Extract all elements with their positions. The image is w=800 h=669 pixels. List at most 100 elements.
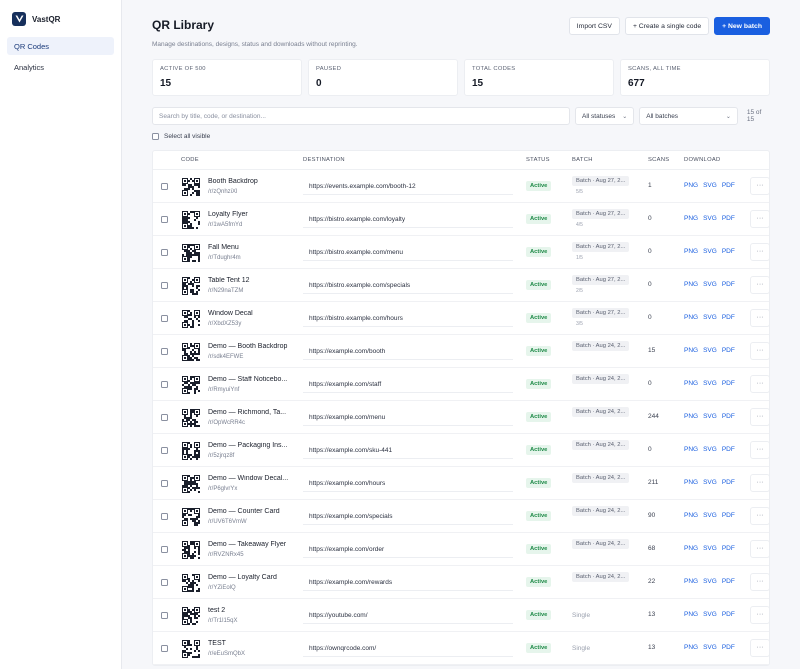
download-png-link[interactable]: PNG [684,182,698,189]
sidebar-item-analytics[interactable]: Analytics [7,58,114,76]
qr-code-thumbnail[interactable] [182,640,200,658]
more-actions-button[interactable]: ··· [750,507,769,525]
qr-code-thumbnail[interactable] [182,244,200,262]
qr-code-thumbnail[interactable] [182,310,200,328]
download-png-link[interactable]: PNG [684,578,698,585]
download-png-link[interactable]: PNG [684,248,698,255]
batch-filter-select[interactable]: All batches ⌄ [639,107,738,125]
download-png-link[interactable]: PNG [684,347,698,354]
batch-chip[interactable]: Batch · Aug 27, 2... [572,176,630,186]
code-title[interactable]: Demo — Takeaway Flyer [208,541,298,548]
row-checkbox[interactable] [161,315,168,322]
new-batch-button[interactable]: + New batch [714,17,770,35]
qr-code-thumbnail[interactable] [182,442,200,460]
create-single-code-button[interactable]: + Create a single code [624,17,710,35]
import-csv-button[interactable]: Import CSV [568,17,620,35]
destination-field[interactable]: https://example.com/order [303,541,513,558]
download-svg-link[interactable]: SVG [703,380,717,387]
download-pdf-link[interactable]: PDF [722,347,735,354]
qr-code-thumbnail[interactable] [182,376,200,394]
more-actions-button[interactable]: ··· [750,474,769,492]
destination-field[interactable]: https://example.com/sku-441 [303,442,513,459]
more-actions-button[interactable]: ··· [750,408,769,426]
download-svg-link[interactable]: SVG [703,644,717,651]
download-pdf-link[interactable]: PDF [722,446,735,453]
more-actions-button[interactable]: ··· [750,573,769,591]
download-png-link[interactable]: PNG [684,479,698,486]
download-pdf-link[interactable]: PDF [722,281,735,288]
download-pdf-link[interactable]: PDF [722,479,735,486]
destination-field[interactable]: https://events.example.com/booth-12 [303,178,513,195]
qr-code-thumbnail[interactable] [182,211,200,229]
qr-code-thumbnail[interactable] [182,178,200,196]
download-svg-link[interactable]: SVG [703,182,717,189]
search-input[interactable] [152,107,570,125]
row-checkbox[interactable] [161,645,168,652]
download-pdf-link[interactable]: PDF [722,413,735,420]
more-actions-button[interactable]: ··· [750,606,769,624]
download-pdf-link[interactable]: PDF [722,578,735,585]
qr-code-thumbnail[interactable] [182,541,200,559]
batch-chip[interactable]: Batch · Aug 24, 2... [572,341,630,351]
more-actions-button[interactable]: ··· [750,540,769,558]
download-png-link[interactable]: PNG [684,644,698,651]
more-actions-button[interactable]: ··· [750,375,769,393]
batch-chip[interactable]: Batch · Aug 24, 2... [572,440,630,450]
code-title[interactable]: Demo — Packaging Ins... [208,442,298,449]
code-title[interactable]: Demo — Counter Card [208,508,298,515]
row-checkbox[interactable] [161,216,168,223]
qr-code-thumbnail[interactable] [182,343,200,361]
row-checkbox[interactable] [161,579,168,586]
row-checkbox[interactable] [161,249,168,256]
download-svg-link[interactable]: SVG [703,413,717,420]
more-actions-button[interactable]: ··· [750,639,769,657]
qr-code-thumbnail[interactable] [182,574,200,592]
more-actions-button[interactable]: ··· [750,309,769,327]
download-svg-link[interactable]: SVG [703,446,717,453]
row-checkbox[interactable] [161,381,168,388]
destination-field[interactable]: https://example.com/rewards [303,574,513,591]
download-svg-link[interactable]: SVG [703,545,717,552]
row-checkbox[interactable] [161,183,168,190]
row-checkbox[interactable] [161,480,168,487]
row-checkbox[interactable] [161,414,168,421]
download-png-link[interactable]: PNG [684,611,698,618]
qr-code-thumbnail[interactable] [182,607,200,625]
code-title[interactable]: Table Tent 12 [208,277,298,284]
download-pdf-link[interactable]: PDF [722,545,735,552]
code-title[interactable]: Fall Menu [208,244,298,251]
row-checkbox[interactable] [161,546,168,553]
code-title[interactable]: Window Decal [208,310,298,317]
more-actions-button[interactable]: ··· [750,177,769,195]
more-actions-button[interactable]: ··· [750,210,769,228]
download-svg-link[interactable]: SVG [703,215,717,222]
download-png-link[interactable]: PNG [684,413,698,420]
destination-field[interactable]: https://bistro.example.com/menu [303,244,513,261]
select-all-checkbox[interactable] [152,133,159,140]
download-pdf-link[interactable]: PDF [722,611,735,618]
batch-chip[interactable]: Batch · Aug 27, 2... [572,308,630,318]
more-actions-button[interactable]: ··· [750,276,769,294]
code-title[interactable]: Demo — Booth Backdrop [208,343,298,350]
destination-field[interactable]: https://bistro.example.com/hours [303,310,513,327]
download-png-link[interactable]: PNG [684,446,698,453]
row-checkbox[interactable] [161,612,168,619]
code-title[interactable]: Demo — Staff Noticebo... [208,376,298,383]
code-title[interactable]: Demo — Loyalty Card [208,574,298,581]
download-svg-link[interactable]: SVG [703,281,717,288]
row-checkbox[interactable] [161,513,168,520]
download-png-link[interactable]: PNG [684,380,698,387]
batch-chip[interactable]: Batch · Aug 27, 2... [572,209,630,219]
code-title[interactable]: Demo — Window Decal... [208,475,298,482]
download-svg-link[interactable]: SVG [703,512,717,519]
more-actions-button[interactable]: ··· [750,441,769,459]
download-pdf-link[interactable]: PDF [722,314,735,321]
code-title[interactable]: Booth Backdrop [208,178,298,185]
download-pdf-link[interactable]: PDF [722,380,735,387]
download-pdf-link[interactable]: PDF [722,248,735,255]
download-png-link[interactable]: PNG [684,512,698,519]
brand[interactable]: VastQR [0,0,121,28]
download-png-link[interactable]: PNG [684,281,698,288]
download-pdf-link[interactable]: PDF [722,215,735,222]
download-svg-link[interactable]: SVG [703,479,717,486]
